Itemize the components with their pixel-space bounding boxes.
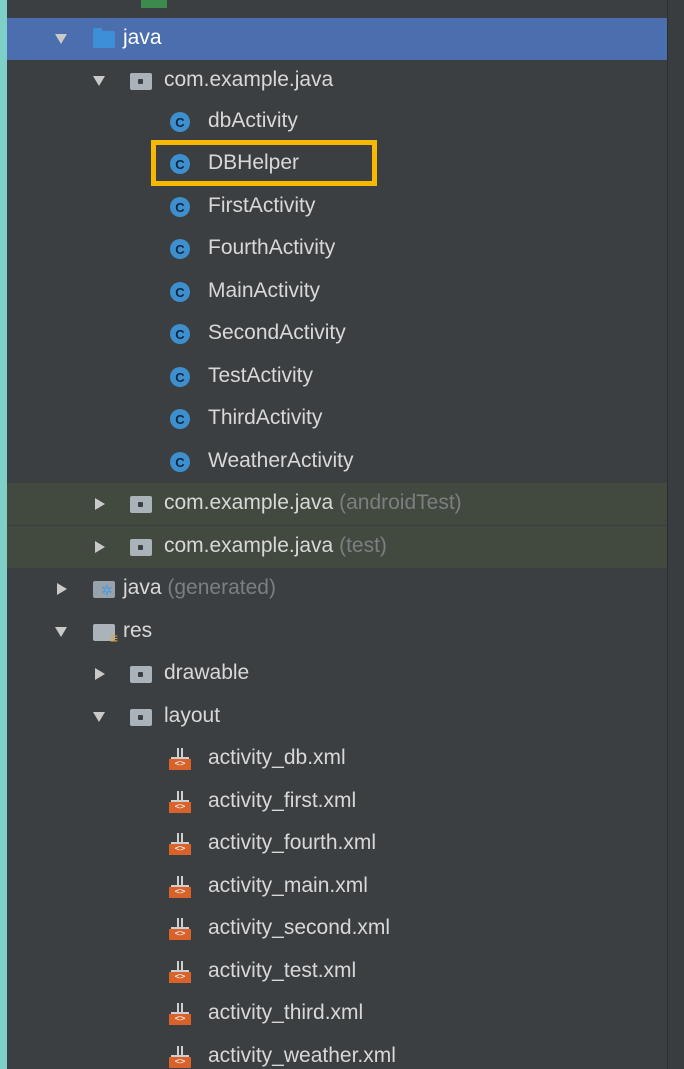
class-icon: C [170,324,190,344]
collapse-arrow-icon[interactable] [57,583,67,595]
tree-item-package-test[interactable]: com.example.java (test) [7,526,667,568]
folder-icon [130,666,152,683]
tree-item-layout-file[interactable]: <> activity_fourth.xml [7,823,667,865]
tree-item-label-group: com.example.java (test) [164,534,387,558]
tree-item-class[interactable]: C FirstActivity [7,186,667,228]
layout-file-icon: <> [169,1003,191,1025]
tree-item-label: com.example.java [164,68,334,91]
tree-item-java[interactable]: java [7,18,667,60]
tree-item-label: activity_db.xml [208,746,346,769]
generated-folder-icon [93,581,115,598]
collapse-arrow-icon[interactable] [95,668,105,680]
tree-item-label: res [123,619,153,642]
tree-item-layout-file[interactable]: <> activity_weather.xml [7,1036,667,1069]
tree-item-label: activity_fourth.xml [208,831,377,854]
partial-icon [141,0,167,8]
tree-item-label: activity_test.xml [208,959,357,982]
tree-item-label-group: com.example.java (androidTest) [164,491,462,515]
tree-item-label: drawable [164,661,250,684]
layout-file-icon: <> [169,876,191,898]
tree-item-label: FirstActivity [208,194,316,217]
expand-arrow-icon[interactable] [55,627,67,637]
package-icon [130,73,152,90]
layout-file-icon: <> [169,833,191,855]
layout-file-icon: <> [169,1046,191,1068]
class-icon: C [170,239,190,259]
class-icon: C [170,154,190,174]
tree-item-label: SecondActivity [208,321,346,344]
class-icon: C [170,282,190,302]
tree-item-class[interactable]: C DBHelper [7,143,667,185]
tree-item-class[interactable]: C WeatherActivity [7,441,667,483]
tree-item-layout-file[interactable]: <> activity_third.xml [7,993,667,1035]
tree-item-label-group: java (generated) [123,576,276,600]
tree-item-java-generated[interactable]: java (generated) [7,568,667,610]
layout-file-icon: <> [169,791,191,813]
collapse-arrow-icon[interactable] [95,498,105,510]
tree-item-layout-file[interactable]: <> activity_main.xml [7,866,667,908]
expand-arrow-icon[interactable] [93,712,105,722]
tree-item-hint: (androidTest) [339,491,462,514]
tree-item-layout-file[interactable]: <> activity_first.xml [7,781,667,823]
tree-item-label: activity_third.xml [208,1001,364,1024]
tree-item-label: activity_weather.xml [208,1044,396,1067]
package-icon [130,539,152,556]
project-tree-panel: java com.example.java C dbActivity C DBH… [7,0,667,1069]
tree-item-label: ThirdActivity [208,406,323,429]
tree-item-label: TestActivity [208,364,314,387]
tree-item-class[interactable]: C TestActivity [7,356,667,398]
class-icon: C [170,367,190,387]
source-folder-icon [93,28,115,48]
tree-item-label: com.example.java [164,534,334,557]
tree-item-label: activity_first.xml [208,789,357,812]
tree-item-class[interactable]: C SecondActivity [7,313,667,355]
expand-arrow-icon[interactable] [55,34,67,44]
tree-item-class[interactable]: C dbActivity [7,101,667,143]
class-icon: C [170,409,190,429]
tree-item-label: java [123,576,162,599]
class-icon: C [170,452,190,472]
tree-item-hint: (test) [339,534,387,557]
tree-item-layout[interactable]: layout [7,696,667,738]
layout-file-icon: <> [169,748,191,770]
tree-item-layout-file[interactable]: <> activity_db.xml [7,738,667,780]
tree-item-label: WeatherActivity [208,449,354,472]
tree-item-package-android-test[interactable]: com.example.java (androidTest) [7,483,667,525]
class-icon: C [170,197,190,217]
tree-item-layout-file[interactable]: <> activity_test.xml [7,951,667,993]
collapse-arrow-icon[interactable] [95,541,105,553]
layout-file-icon: <> [169,918,191,940]
tree-item-label: FourthActivity [208,236,336,259]
tree-item-label: layout [164,704,221,727]
tree-item-label: DBHelper [208,151,300,174]
tree-item-label: activity_second.xml [208,916,391,939]
tree-item-layout-file[interactable]: <> activity_second.xml [7,908,667,950]
tree-item-class[interactable]: C FourthActivity [7,228,667,270]
tree-item-label: com.example.java [164,491,334,514]
resource-folder-icon [93,624,118,645]
tree-item-hint: (generated) [167,576,276,599]
layout-file-icon: <> [169,961,191,983]
tree-item-package-main[interactable]: com.example.java [7,60,667,102]
folder-icon [130,709,152,726]
class-icon: C [170,112,190,132]
expand-arrow-icon[interactable] [93,76,105,86]
tree-item-res[interactable]: res [7,611,667,653]
tree-item-label: java [123,26,162,49]
package-icon [130,496,152,513]
tree-item-label: MainActivity [208,279,321,302]
tree-item-class[interactable]: C ThirdActivity [7,398,667,440]
tree-item-class[interactable]: C MainActivity [7,271,667,313]
scrollbar[interactable] [667,0,684,1069]
tree-item-label: activity_main.xml [208,874,368,897]
tree-item-label: dbActivity [208,109,298,132]
tree-item-drawable[interactable]: drawable [7,653,667,695]
